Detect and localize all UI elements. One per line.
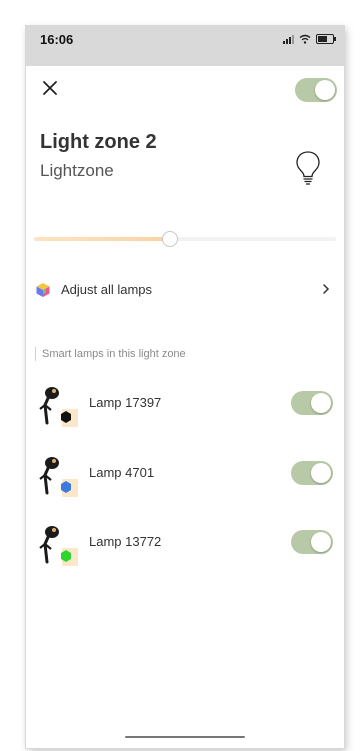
section-label: Smart lamps in this light zone: [35, 347, 186, 361]
chevron-right-icon: [323, 284, 330, 294]
lamp-label: Lamp 17397: [89, 395, 162, 410]
color-cube-icon: [36, 283, 50, 297]
lamp-toggle[interactable]: [291, 391, 333, 415]
page-title: Light zone 2: [40, 131, 157, 153]
status-time: 16:06: [40, 32, 74, 47]
toggle-knob: [311, 393, 331, 413]
status-icons: [283, 34, 336, 44]
brightness-slider[interactable]: [34, 231, 336, 247]
slider-thumb[interactable]: [161, 231, 178, 247]
lamp-row[interactable]: Lamp 13772: [26, 518, 344, 568]
signal-icon: [283, 34, 294, 44]
lamp-toggle[interactable]: [291, 461, 333, 485]
phone-screen: 16:06 Light zone 2 Lightzone Adjust all …: [26, 26, 344, 748]
wifi-icon: [299, 34, 311, 44]
master-toggle[interactable]: [295, 78, 337, 102]
battery-icon: [316, 34, 336, 44]
lightbulb-icon[interactable]: [295, 150, 321, 186]
toggle-knob: [315, 80, 335, 100]
garden-spotlight-icon: [30, 518, 78, 566]
slider-fill: [34, 237, 170, 241]
status-bar: 16:06: [26, 26, 344, 66]
lamp-label: Lamp 13772: [89, 534, 162, 549]
garden-spotlight-icon: [30, 449, 78, 497]
lamp-toggle[interactable]: [291, 530, 333, 554]
garden-spotlight-icon: [30, 379, 78, 427]
page-subtitle: Lightzone: [40, 161, 114, 180]
lamp-row[interactable]: Lamp 17397: [26, 379, 344, 429]
toggle-knob: [311, 463, 331, 483]
adjust-all-lamps-label: Adjust all lamps: [61, 282, 153, 297]
lamp-label: Lamp 4701: [89, 465, 155, 480]
adjust-all-lamps-row[interactable]: Adjust all lamps: [26, 278, 344, 302]
lamp-row[interactable]: Lamp 4701: [26, 449, 344, 499]
close-icon[interactable]: [40, 78, 60, 98]
toggle-knob: [311, 532, 331, 552]
home-indicator: [125, 736, 245, 738]
